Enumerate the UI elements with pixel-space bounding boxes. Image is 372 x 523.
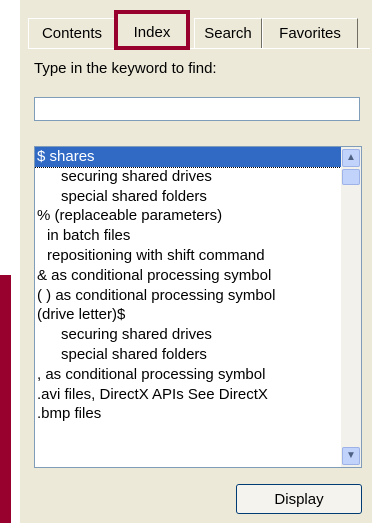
tab-contents[interactable]: Contents	[28, 18, 116, 49]
index-list[interactable]: $ shares securing shared drives special …	[34, 146, 362, 468]
display-button[interactable]: Display	[236, 484, 362, 514]
list-scrollbar[interactable]: ▲ ▼	[341, 147, 361, 467]
list-item[interactable]: special shared folders	[35, 345, 341, 365]
tab-search[interactable]: Search	[194, 18, 262, 49]
chevron-up-icon[interactable]: ▲	[342, 149, 360, 167]
scrollbar-thumb[interactable]	[342, 169, 360, 185]
list-item[interactable]: , as conditional processing symbol	[35, 365, 341, 385]
list-item[interactable]: .avi files, DirectX APIs See DirectX	[35, 385, 341, 405]
list-item[interactable]: securing shared drives	[35, 325, 341, 345]
list-item[interactable]: securing shared drives	[35, 167, 341, 187]
tab-strip: Contents Search Favorites Index	[20, 0, 372, 52]
list-item[interactable]: ( ) as conditional processing symbol	[35, 286, 341, 306]
accent-bar	[0, 275, 11, 523]
keyword-prompt-label: Type in the keyword to find:	[34, 60, 217, 77]
index-list-items: $ shares securing shared drives special …	[35, 147, 341, 467]
list-item[interactable]: (drive letter)$	[35, 305, 341, 325]
list-item[interactable]: & as conditional processing symbol	[35, 266, 341, 286]
keyword-input[interactable]	[34, 97, 360, 121]
list-item[interactable]: repositioning with shift command	[35, 246, 341, 266]
list-item[interactable]: special shared folders	[35, 187, 341, 207]
list-item[interactable]: % (replaceable parameters)	[35, 206, 341, 226]
help-index-pane: Contents Search Favorites Index Type in …	[20, 0, 372, 523]
list-item[interactable]: $ shares	[35, 147, 341, 168]
chevron-down-icon[interactable]: ▼	[342, 447, 360, 465]
tab-divider	[28, 48, 370, 49]
tab-favorites[interactable]: Favorites	[262, 18, 358, 49]
list-item[interactable]: .bmp files	[35, 404, 341, 424]
tab-index[interactable]: Index	[114, 10, 190, 50]
list-item[interactable]: in batch files	[35, 226, 341, 246]
